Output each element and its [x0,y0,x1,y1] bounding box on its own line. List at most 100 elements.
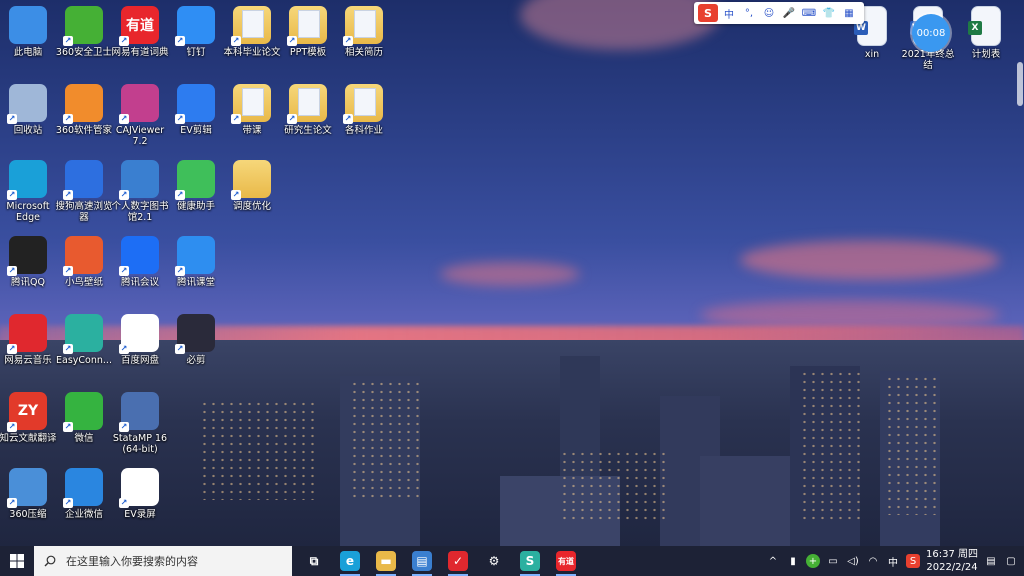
desktop-icon[interactable]: ↗ PPT模板 [278,6,338,58]
shortcut-arrow-icon: ↗ [63,422,73,432]
start-button[interactable] [0,546,34,576]
desktop-icon-label: PPT模板 [289,47,327,58]
recording-timer[interactable]: 00:08 [912,14,950,52]
shortcut-arrow-icon: ↗ [7,344,17,354]
document-folder-icon: ↗ [287,6,327,46]
ime-chinese-mode[interactable]: 中 [722,6,736,21]
excel-badge-icon: X [968,21,982,35]
ime-punctuation-icon[interactable]: °, [742,6,756,20]
ime-voice-icon[interactable]: 🎤 [782,6,796,20]
cloud-glow [740,240,1000,280]
sogou-tray-icon[interactable]: S [906,554,920,568]
desktop-icon[interactable]: ↗ 钉钉 [166,6,226,58]
ime-toolbar[interactable]: S 中 °, ☺ 🎤 ⌨ 👕 ▦ [694,2,864,24]
desktop-icon-label: 此电脑 [13,47,43,58]
recycle-bin-icon: ↗ [7,84,47,124]
desktop-icon[interactable]: ↗ 百度网盘 [110,314,170,366]
sogou-ime-icon[interactable]: S [698,4,718,22]
desktop-icon[interactable]: ↗ 腾讯课堂 [166,236,226,288]
desktop-icon[interactable]: ↗ 360安全卫士 [54,6,114,58]
taskbar-app-store[interactable]: ▤ [404,546,440,576]
desktop-icon[interactable]: ZY ↗ 知云文献翻译 [0,392,58,444]
desktop-icon[interactable]: ↗ 本科毕业论文 [222,6,282,58]
desktop-icon-label: EV录屏 [124,509,156,520]
desktop-icon[interactable]: ↗ 带课 [222,84,282,136]
cajviewer-icon: ↗ [119,84,159,124]
desktop-icon[interactable]: ↗ 网易云音乐 [0,314,58,366]
wechat-icon: ↗ [63,392,103,432]
desktop-icon[interactable]: ↗ 360软件管家 [54,84,114,136]
taskbar-clock[interactable]: 16:37 周四 2022/2/24 [926,548,978,574]
taskbar-app-edge[interactable]: e [332,546,368,576]
desktop-icon-label: 360软件管家 [55,125,113,136]
desktop-icon-label: 微信 [74,433,94,444]
show-hidden-icons[interactable]: ^ [766,554,780,568]
cloud-glow [440,262,580,286]
shortcut-arrow-icon: ↗ [231,114,241,124]
ime-toolbox-icon[interactable]: ▦ [842,6,856,20]
desktop-icon[interactable]: ↗ 个人数字图书馆2.1 [110,160,170,223]
ime-keyboard-icon[interactable]: ⌨ [802,6,816,20]
desktop-icon[interactable]: ↗ StataMP 16 (64-bit) [110,392,170,455]
desktop-icon[interactable]: 有道 ↗ 网易有道词典 [110,6,170,58]
desktop-icon[interactable]: 此电脑 [0,6,58,58]
edge-icon: e [340,551,360,571]
ime-emoji-icon[interactable]: ☺ [762,6,776,20]
desktop-icon-label: 小鸟壁纸 [64,277,103,288]
desktop-icon[interactable]: ↗ 研究生论文 [278,84,338,136]
action-center-icon[interactable]: ▢ [1004,554,1018,568]
taskbar-app-youdao-dict[interactable]: 有道 [548,546,584,576]
desktop-icon[interactable]: ↗ CAJViewer 7.2 [110,84,170,147]
bird-wallpaper-icon: ↗ [63,236,103,276]
shortcut-arrow-icon: ↗ [119,114,129,124]
desktop-icon[interactable]: ↗ 相关简历 [334,6,394,58]
desktop-icon[interactable]: ↗ 回收站 [0,84,58,136]
taskbar-app-file-explorer[interactable]: ▬ [368,546,404,576]
desktop-icon[interactable]: ↗ 腾讯会议 [110,236,170,288]
input-language-indicator[interactable]: 中 [886,554,900,569]
desktop-icon[interactable]: ↗ 微信 [54,392,114,444]
taskbar-app-easyconnect[interactable]: S [512,546,548,576]
shortcut-arrow-icon: ↗ [175,266,185,276]
desktop-icon[interactable]: ↗ 健康助手 [166,160,226,212]
desktop-icon[interactable]: ↗ 企业微信 [54,468,114,520]
easyconnect-icon: S [520,551,540,571]
notepad-tray-icon[interactable]: ▤ [984,554,998,568]
desktop-icon[interactable]: ↗ EV录屏 [110,468,170,520]
desktop-icon[interactable]: ↗ EasyConn... [54,314,114,366]
desktop-icon[interactable]: ↗ 必剪 [166,314,226,366]
taskbar-app-task-view[interactable]: ⧉ [296,546,332,576]
dingtalk-icon: ↗ [175,6,215,46]
tencent-meeting-icon: ↗ [119,236,159,276]
battery-icon[interactable]: ▭ [826,554,840,568]
scroll-handle[interactable] [1017,62,1023,106]
ime-skin-icon[interactable]: 👕 [822,6,836,20]
desktop-icon-label: 相关简历 [344,47,383,58]
shortcut-arrow-icon: ↗ [175,190,185,200]
wifi-icon[interactable]: ◠ [866,554,880,568]
desktop-icon[interactable]: X 计划表 [956,6,1016,60]
desktop-icon[interactable]: ↗ EV剪辑 [166,84,226,136]
desktop-icon[interactable]: ↗ 搜狗高速浏览器 [54,160,114,223]
taskbar-app-settings[interactable]: ⚙ [476,546,512,576]
volume-icon[interactable]: ◁) [846,554,860,568]
taskbar-app-wps[interactable]: ✓ [440,546,476,576]
youdao-dict-icon: 有道 [556,551,576,571]
shortcut-arrow-icon: ↗ [119,36,129,46]
ime-items: 中 °, ☺ 🎤 ⌨ 👕 ▦ [722,6,856,21]
task-view-icon: ⧉ [309,553,319,568]
desktop-icon[interactable]: ↗ Microsoft Edge [0,160,58,223]
desktop-icon[interactable]: ↗ 360压缩 [0,468,58,520]
clock-date: 2022/2/24 [926,562,978,573]
360-tray-icon[interactable]: + [806,554,820,568]
shortcut-arrow-icon: ↗ [119,422,129,432]
cloud-glow [520,0,720,50]
360-zip-icon: ↗ [7,468,47,508]
taskbar-search-box[interactable]: 在这里输入你要搜索的内容 [34,546,292,576]
desktop-icon-label: 腾讯课堂 [176,277,215,288]
desktop-icon[interactable]: ↗ 各科作业 [334,84,394,136]
desktop-icon[interactable]: ↗ 调度优化 [222,160,282,212]
microphone-icon[interactable]: ▮ [786,554,800,568]
desktop-icon[interactable]: ↗ 小鸟壁纸 [54,236,114,288]
desktop-icon[interactable]: ↗ 腾讯QQ [0,236,58,288]
